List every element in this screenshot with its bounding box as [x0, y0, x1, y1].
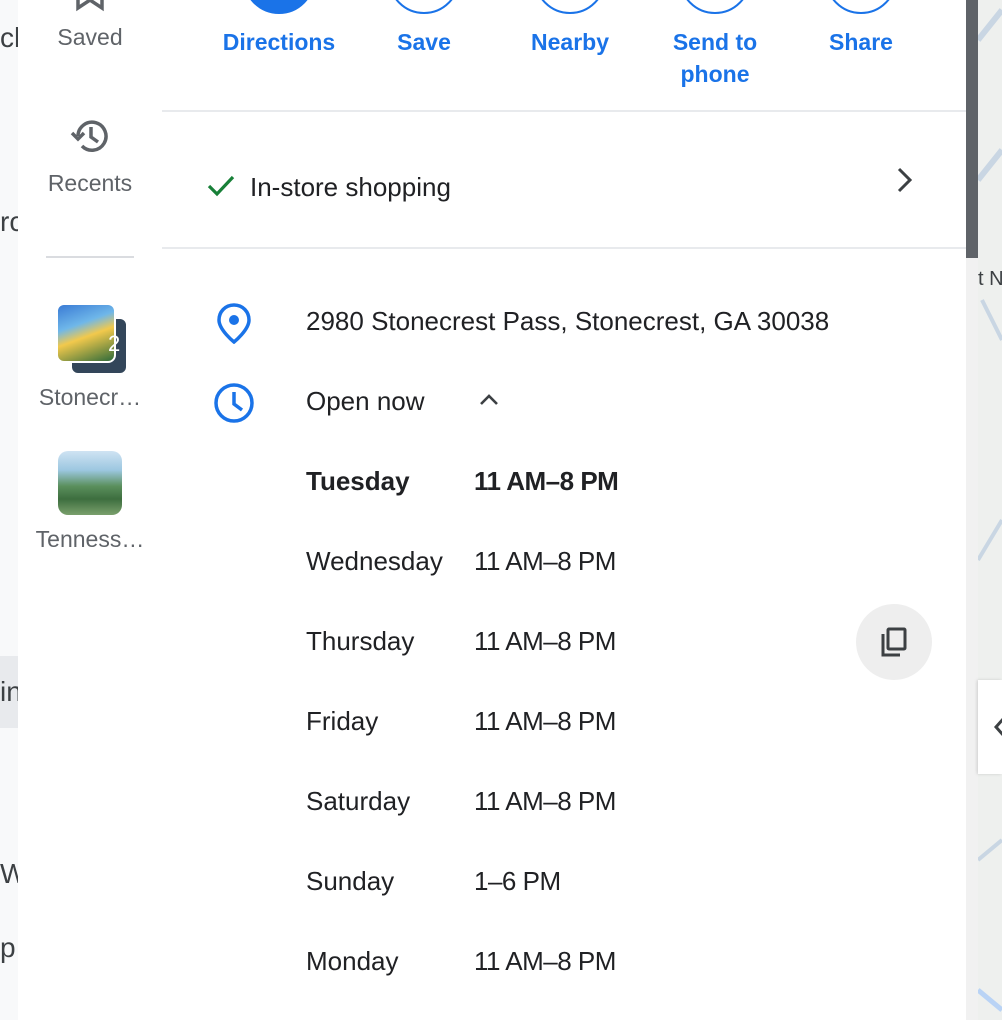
nav-rail: Saved Recents 2 Stonecr… Tenness… [18, 0, 162, 1020]
clock-icon [214, 383, 254, 423]
action-label: Nearby [531, 29, 609, 55]
hours-time: 11 AM–8 PM [474, 946, 616, 976]
chevron-right-icon [897, 167, 913, 193]
scrollbar-thumb[interactable] [966, 0, 978, 258]
recent-place-label[interactable]: Stonecr… [18, 384, 162, 411]
chevron-up-icon[interactable] [477, 388, 501, 412]
background-text: We [0, 858, 18, 889]
count-badge: 2 [108, 331, 121, 356]
background-panel-fragment: ch rc in We p [0, 0, 18, 1020]
background-text: p [0, 932, 16, 963]
hours-day: Monday [306, 946, 399, 976]
location-pin-icon [217, 303, 251, 344]
recent-place-tennessee[interactable] [58, 451, 122, 515]
background-text: rc [0, 206, 18, 237]
hours-time: 11 AM–8 PM [474, 626, 616, 656]
hours-day: Sunday [306, 866, 395, 896]
bookmark-icon [76, 0, 104, 12]
hours-day: Wednesday [306, 546, 443, 576]
recent-place-label[interactable]: Tenness… [18, 526, 162, 553]
hours-day: Thursday [306, 626, 415, 656]
background-text: in [0, 676, 18, 707]
chevron-left-icon [993, 717, 1002, 737]
service-option-row[interactable]: In-store shopping [162, 148, 966, 228]
divider [162, 247, 966, 249]
history-icon [70, 120, 108, 152]
open-status[interactable]: Open now [306, 386, 425, 417]
action-label: Share [829, 29, 893, 55]
copy-hours-button[interactable] [856, 604, 932, 680]
rail-item-label: Saved [57, 24, 123, 50]
map-canvas[interactable]: t N [978, 0, 1002, 1020]
hours-day: Tuesday [306, 466, 410, 496]
hours-day: Saturday [306, 786, 411, 816]
hours-time: 11 AM–8 PM [474, 706, 616, 736]
service-option-label: In-store shopping [250, 172, 451, 202]
rail-item-label: Recents [47, 170, 133, 196]
collapse-panel-button[interactable] [978, 680, 1002, 774]
action-label: Save [397, 29, 451, 55]
map-label: t N [978, 268, 1002, 290]
hours-time: 11 AM–8 PM [474, 786, 616, 816]
rail-item-saved[interactable]: Saved [18, 0, 162, 51]
hours-time: 11 AM–8 PM [474, 546, 616, 576]
rail-divider [46, 256, 134, 258]
hours-time: 11 AM–8 PM [474, 466, 619, 496]
rail-item-recents[interactable]: Recents [18, 116, 162, 197]
divider [162, 110, 966, 112]
thumbnail [56, 303, 116, 363]
action-label: Directions [222, 29, 336, 55]
check-icon [207, 175, 235, 197]
hours-time: 1–6 PM [474, 866, 561, 896]
hours-day: Friday [306, 706, 379, 736]
background-text: ch [0, 22, 18, 53]
action-label: Send to phone [672, 29, 758, 87]
address-text[interactable]: 2980 Stonecrest Pass, Stonecrest, GA 300… [306, 306, 829, 337]
recent-place-stonecrest[interactable]: 2 [56, 303, 128, 375]
map-roads [978, 8, 1002, 1012]
copy-icon [881, 627, 907, 657]
